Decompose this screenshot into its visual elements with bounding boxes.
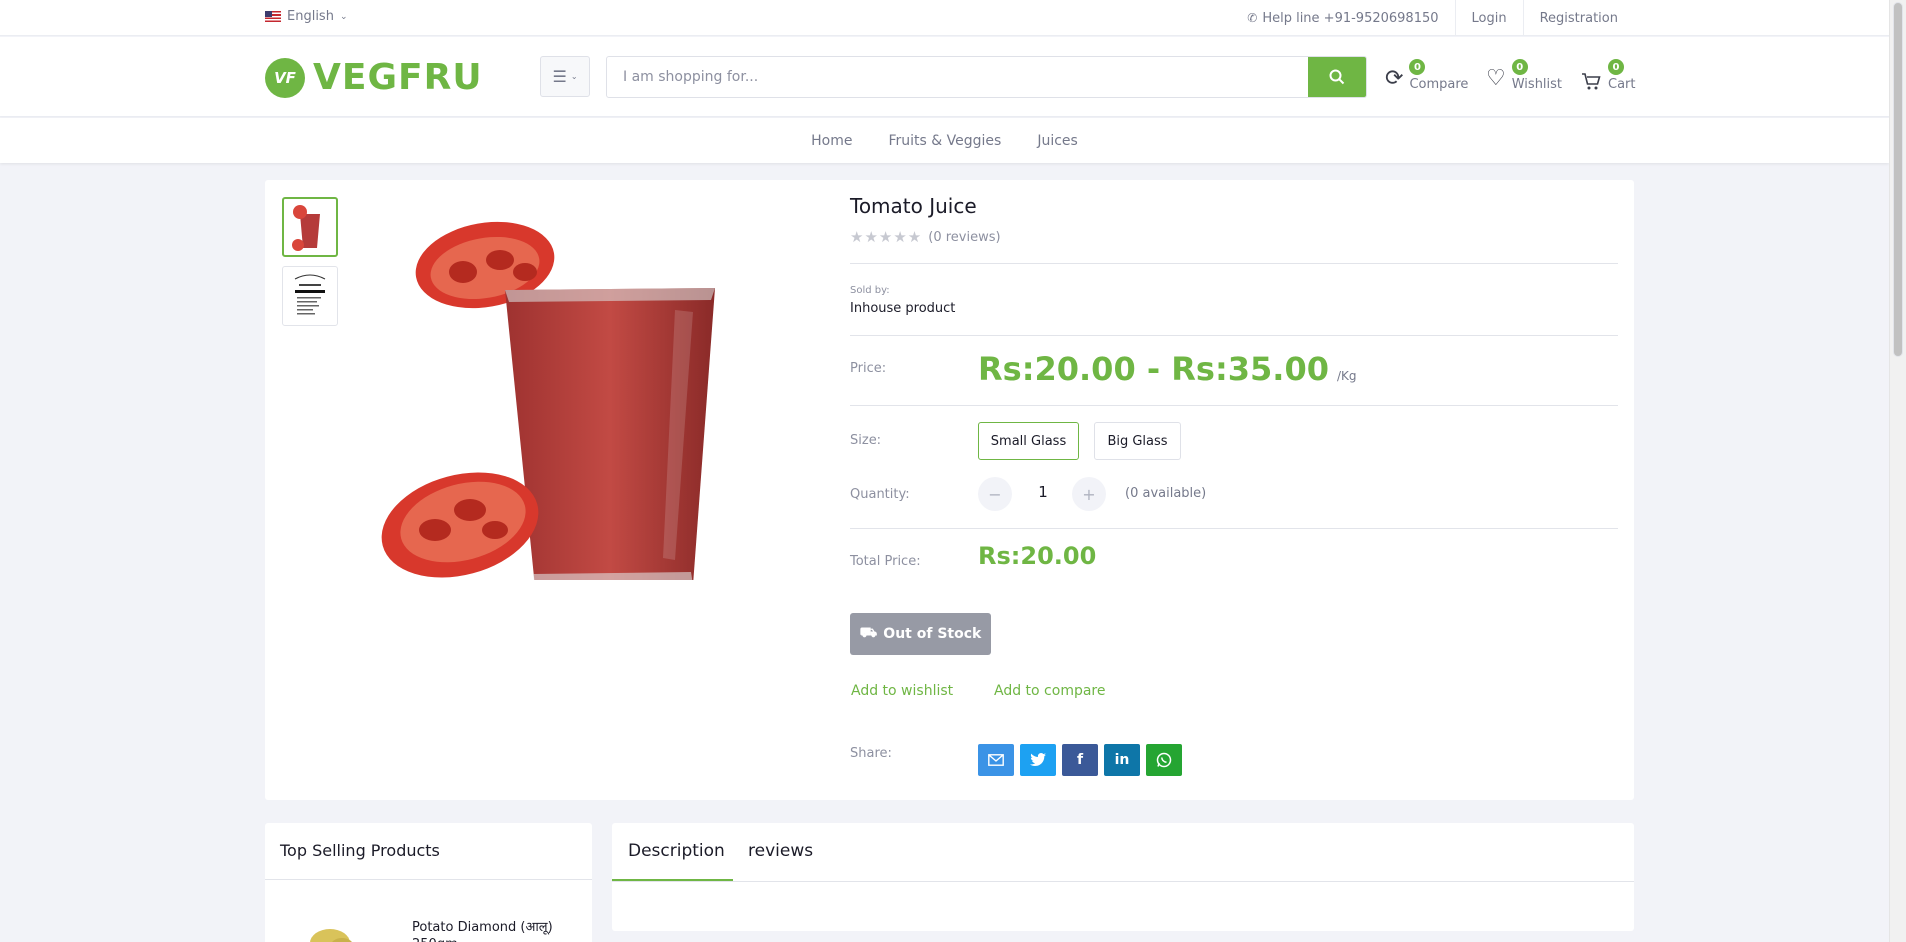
share-facebook-button[interactable]: f <box>1062 744 1098 776</box>
page-scrollbar[interactable] <box>1889 0 1906 942</box>
product-thumbnail-image <box>292 205 320 251</box>
thumbnail-juice[interactable] <box>282 197 338 257</box>
compare-link[interactable]: ⟳ 0 Compare <box>1385 59 1468 92</box>
heart-icon: ♡ <box>1486 66 1506 91</box>
size-option-big-glass[interactable]: Big Glass <box>1094 422 1181 460</box>
product-title: Tomato Juice <box>850 194 977 218</box>
facebook-icon: f <box>1076 752 1084 768</box>
search-icon <box>1329 69 1345 85</box>
top-selling-product-name[interactable]: Potato Diamond (आलू) 250gm <box>412 919 577 942</box>
wishlist-label: Wishlist <box>1511 77 1563 92</box>
registration-link[interactable]: Registration <box>1522 0 1634 36</box>
cart-label: Cart <box>1608 77 1636 92</box>
add-to-wishlist-link[interactable]: Add to wishlist <box>851 683 953 699</box>
compare-label: Compare <box>1409 77 1469 92</box>
product-rating: ★★★★★ (0 reviews) <box>850 228 1001 246</box>
divider <box>850 263 1618 264</box>
add-to-compare-link[interactable]: Add to compare <box>994 683 1106 699</box>
top-selling-title: Top Selling Products <box>280 841 440 860</box>
nav-item-juices[interactable]: Juices <box>1037 133 1078 149</box>
language-label: English <box>287 9 334 24</box>
cart-icon <box>1582 73 1601 90</box>
whatsapp-icon <box>1156 752 1172 768</box>
active-tab-indicator <box>612 879 733 881</box>
size-option-small-glass[interactable]: Small Glass <box>978 422 1079 460</box>
size-label: Size: <box>850 433 882 448</box>
compare-count: 0 <box>1409 59 1426 75</box>
wishlist-count: 0 <box>1511 59 1528 75</box>
nav-item-fruits-veggies[interactable]: Fruits & Veggies <box>889 133 1002 149</box>
total-price-label: Total Price: <box>850 554 921 569</box>
search-input[interactable] <box>607 57 1308 97</box>
review-count[interactable]: (0 reviews) <box>928 230 1000 245</box>
quantity-label: Quantity: <box>850 487 910 502</box>
cart-count: 0 <box>1608 59 1624 75</box>
phone-icon: ✆ <box>1247 11 1258 25</box>
logo-mark: VF <box>265 57 305 98</box>
divider <box>850 528 1618 529</box>
top-selling-panel: Top Selling Products Potato Diamond (आलू… <box>265 823 592 942</box>
price-label: Price: <box>850 361 887 376</box>
quantity-increase-button[interactable]: + <box>1072 477 1106 511</box>
chevron-down-icon: ⌄ <box>570 72 578 81</box>
header: VF VEGFRU ☰ ⌄ ⟳ 0 Compare ♡ 0 Wishlist 0… <box>0 37 1889 117</box>
linkedin-icon: in <box>1114 752 1130 768</box>
main-nav: Home Fruits & Veggies Juices <box>0 118 1889 163</box>
login-link[interactable]: Login <box>1454 0 1523 36</box>
helpline: ✆ Help line +91-9520698150 <box>1231 0 1454 36</box>
search-bar <box>606 56 1367 98</box>
category-menu-button[interactable]: ☰ ⌄ <box>540 56 590 97</box>
divider <box>850 335 1618 336</box>
hamburger-icon: ☰ <box>552 67 567 86</box>
out-of-stock-button[interactable]: ⛟ Out of Stock <box>850 613 991 655</box>
search-button[interactable] <box>1308 57 1366 97</box>
available-stock: (0 available) <box>1125 486 1207 501</box>
nav-item-home[interactable]: Home <box>811 133 852 149</box>
twitter-icon <box>1030 753 1046 766</box>
helpline-text: Help line +91-9520698150 <box>1262 10 1439 26</box>
cart-link[interactable]: 0 Cart <box>1580 59 1636 92</box>
divider <box>265 879 592 880</box>
share-label: Share: <box>850 746 892 761</box>
price-range: Rs:20.00 - Rs:35.00 /Kg <box>978 350 1357 388</box>
logo-text: VEGFRU <box>313 57 483 98</box>
price-unit: /Kg <box>1336 369 1357 383</box>
potato-product-image <box>310 929 352 942</box>
chevron-down-icon: ⌄ <box>339 11 348 22</box>
share-linkedin-button[interactable]: in <box>1104 744 1140 776</box>
email-icon <box>988 754 1004 766</box>
product-details-tabs: Description reviews <box>612 823 1634 931</box>
us-flag-icon <box>265 11 281 22</box>
tab-description[interactable]: Description <box>628 841 725 861</box>
logo[interactable]: VF VEGFRU <box>265 57 483 98</box>
divider <box>850 405 1618 406</box>
scrollbar-thumb[interactable] <box>1893 2 1903 357</box>
tab-reviews[interactable]: reviews <box>748 841 813 861</box>
product-label-thumbnail-image <box>294 274 326 315</box>
total-price-value: Rs:20.00 <box>978 542 1097 570</box>
thumbnail-label[interactable] <box>282 266 338 326</box>
share-twitter-button[interactable] <box>1020 744 1056 776</box>
share-email-button[interactable] <box>978 744 1014 776</box>
out-of-stock-label: Out of Stock <box>883 626 982 642</box>
top-bar: English ⌄ ✆ Help line +91-9520698150 Log… <box>0 0 1889 36</box>
quantity-value[interactable]: 1 <box>1028 483 1058 501</box>
divider <box>612 881 1634 882</box>
product-main-image <box>381 221 715 580</box>
sold-by-value: Inhouse product <box>850 301 956 316</box>
product-card: Tomato Juice ★★★★★ (0 reviews) Sold by: … <box>265 180 1634 800</box>
top-links: ✆ Help line +91-9520698150 Login Registr… <box>1231 0 1634 36</box>
quantity-decrease-button[interactable]: − <box>978 477 1012 511</box>
star-rating-icon: ★★★★★ <box>850 228 923 246</box>
cart-icon: ⛟ <box>859 625 878 641</box>
language-selector[interactable]: English ⌄ <box>265 9 348 24</box>
wishlist-link[interactable]: ♡ 0 Wishlist <box>1486 59 1562 92</box>
price-value: Rs:20.00 - Rs:35.00 <box>978 350 1329 388</box>
refresh-icon: ⟳ <box>1385 66 1404 91</box>
share-whatsapp-button[interactable] <box>1146 744 1182 776</box>
sold-by-label: Sold by: <box>850 285 890 296</box>
